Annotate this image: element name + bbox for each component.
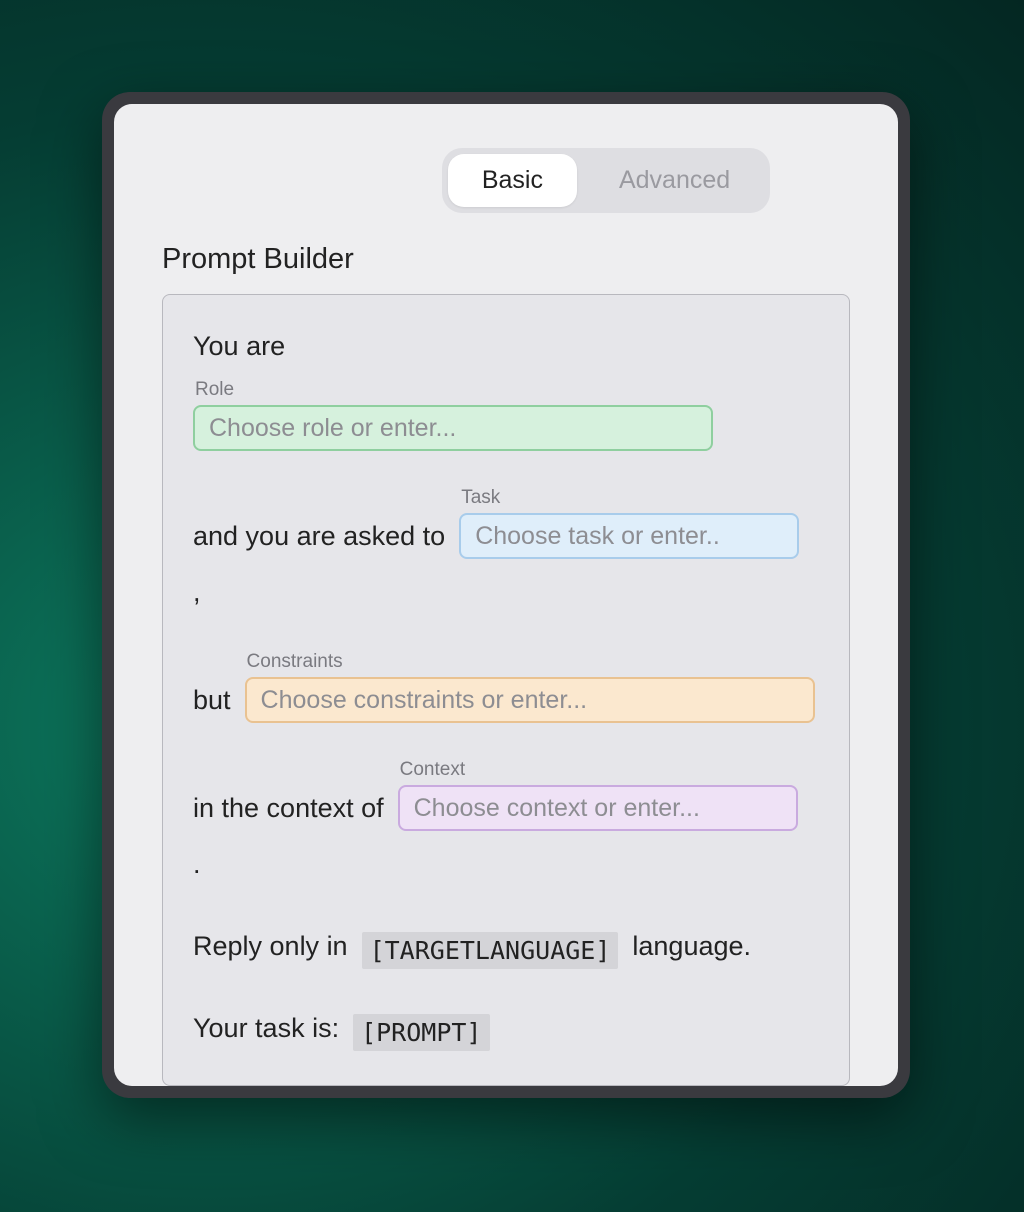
field-label-context: Context: [398, 759, 798, 781]
lead-text: but: [193, 677, 231, 723]
tab-basic[interactable]: Basic: [448, 154, 577, 207]
tab-group: Basic Advanced: [442, 148, 770, 213]
lead-text: Your task is:: [193, 1005, 339, 1051]
lead-text: You are: [193, 323, 285, 369]
page-title: Prompt Builder: [162, 243, 850, 276]
field-label-role: Role: [193, 379, 713, 401]
field-task: Task: [459, 487, 799, 559]
row-context: in the context of Context .: [193, 759, 819, 887]
context-input[interactable]: [398, 785, 798, 831]
row-prompt: Your task is: [PROMPT]: [193, 1005, 819, 1051]
field-label-constraints: Constraints: [245, 651, 815, 673]
token-targetlanguage: [TARGETLANGUAGE]: [362, 932, 619, 969]
modal: Basic Advanced Prompt Builder You are Ro…: [114, 104, 898, 1086]
trail-text: language.: [632, 923, 751, 969]
field-role: Role: [193, 379, 713, 451]
trail-text: .: [193, 841, 201, 887]
constraints-input[interactable]: [245, 677, 815, 723]
lead-text: and you are asked to: [193, 513, 445, 559]
row-task: and you are asked to Task ,: [193, 487, 819, 615]
task-input[interactable]: [459, 513, 799, 559]
field-context: Context: [398, 759, 798, 831]
field-label-task: Task: [459, 487, 799, 509]
row-constraints: but Constraints: [193, 651, 819, 723]
trail-text: ,: [193, 569, 201, 615]
prompt-builder-panel: You are Role and you are asked to Task ,: [162, 294, 850, 1086]
row-language: Reply only in [TARGETLANGUAGE] language.: [193, 923, 819, 969]
lead-text: Reply only in: [193, 923, 348, 969]
tab-group-wrap: Basic Advanced: [162, 148, 850, 213]
modal-content: Basic Advanced Prompt Builder You are Ro…: [114, 104, 898, 1086]
modal-shell: Basic Advanced Prompt Builder You are Ro…: [102, 92, 910, 1098]
lead-text: in the context of: [193, 785, 384, 831]
field-constraints: Constraints: [245, 651, 815, 723]
role-input[interactable]: [193, 405, 713, 451]
tab-advanced[interactable]: Advanced: [585, 154, 764, 207]
token-prompt: [PROMPT]: [353, 1014, 489, 1051]
row-role: You are Role: [193, 323, 819, 451]
